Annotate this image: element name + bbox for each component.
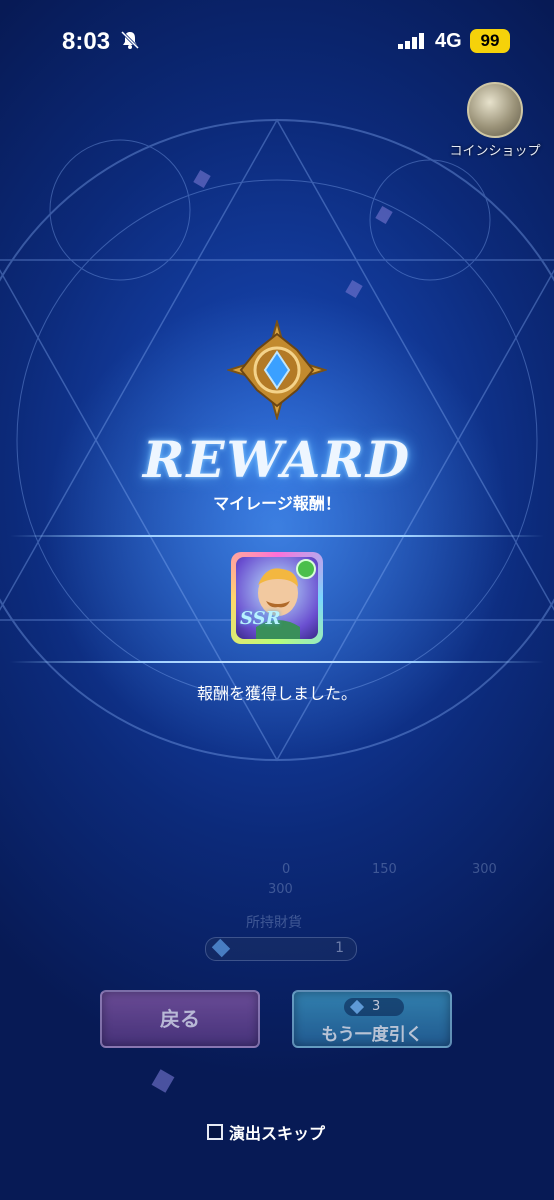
coin-shop-button[interactable]: コインショップ <box>440 82 550 162</box>
divider-top <box>10 535 544 537</box>
faded-row-value: 300 <box>472 862 497 877</box>
back-button[interactable]: 戻る <box>100 990 260 1048</box>
battery-indicator: 99 <box>470 29 510 53</box>
faded-row-value: 0 <box>282 862 291 877</box>
currency-label: 所持財貨 <box>246 915 302 931</box>
back-button-label: 戻る <box>160 1007 200 1031</box>
coin-shop-icon <box>467 82 523 138</box>
compass-star-emblem-icon <box>227 320 327 420</box>
draw-again-label: もう一度引く <box>321 1025 423 1045</box>
faded-row-value: 150 <box>372 862 397 877</box>
currency-bar: 1 <box>205 937 357 961</box>
draw-cost-value: 3 <box>372 999 381 1014</box>
floating-crystal <box>151 1069 175 1093</box>
reward-title: REWARD <box>142 430 412 489</box>
skip-animation-toggle[interactable]: 演出スキップ <box>207 1121 325 1143</box>
gem-icon <box>349 999 365 1015</box>
attribute-icon <box>296 559 316 579</box>
faded-sub-value: 300 <box>268 882 293 897</box>
status-time: 8:03 <box>62 28 111 55</box>
currency-value: 1 <box>335 940 344 956</box>
gem-icon <box>211 938 231 958</box>
reward-subtitle: マイレージ報酬！ <box>213 494 341 513</box>
rarity-label: SSR <box>240 608 281 629</box>
divider-bottom <box>10 661 544 663</box>
character-portrait: SSR <box>236 557 318 639</box>
bell-off-icon <box>120 30 140 50</box>
draw-cost-badge: 3 <box>344 998 404 1016</box>
network-type: 4G <box>435 30 462 52</box>
reward-character-card[interactable]: SSR <box>231 552 323 644</box>
floating-crystal <box>193 169 211 189</box>
draw-again-button[interactable]: 3 もう一度引く <box>292 990 452 1048</box>
coin-shop-label: コインショップ <box>449 144 541 159</box>
floating-crystal <box>375 205 393 225</box>
acquired-message: 報酬を獲得しました。 <box>196 684 357 703</box>
skip-label: 演出スキップ <box>229 1124 326 1143</box>
status-bar: 8:03 4G 99 <box>0 0 554 80</box>
skip-checkbox[interactable] <box>207 1124 223 1140</box>
floating-crystal <box>345 279 363 299</box>
signal-icon <box>398 33 424 49</box>
